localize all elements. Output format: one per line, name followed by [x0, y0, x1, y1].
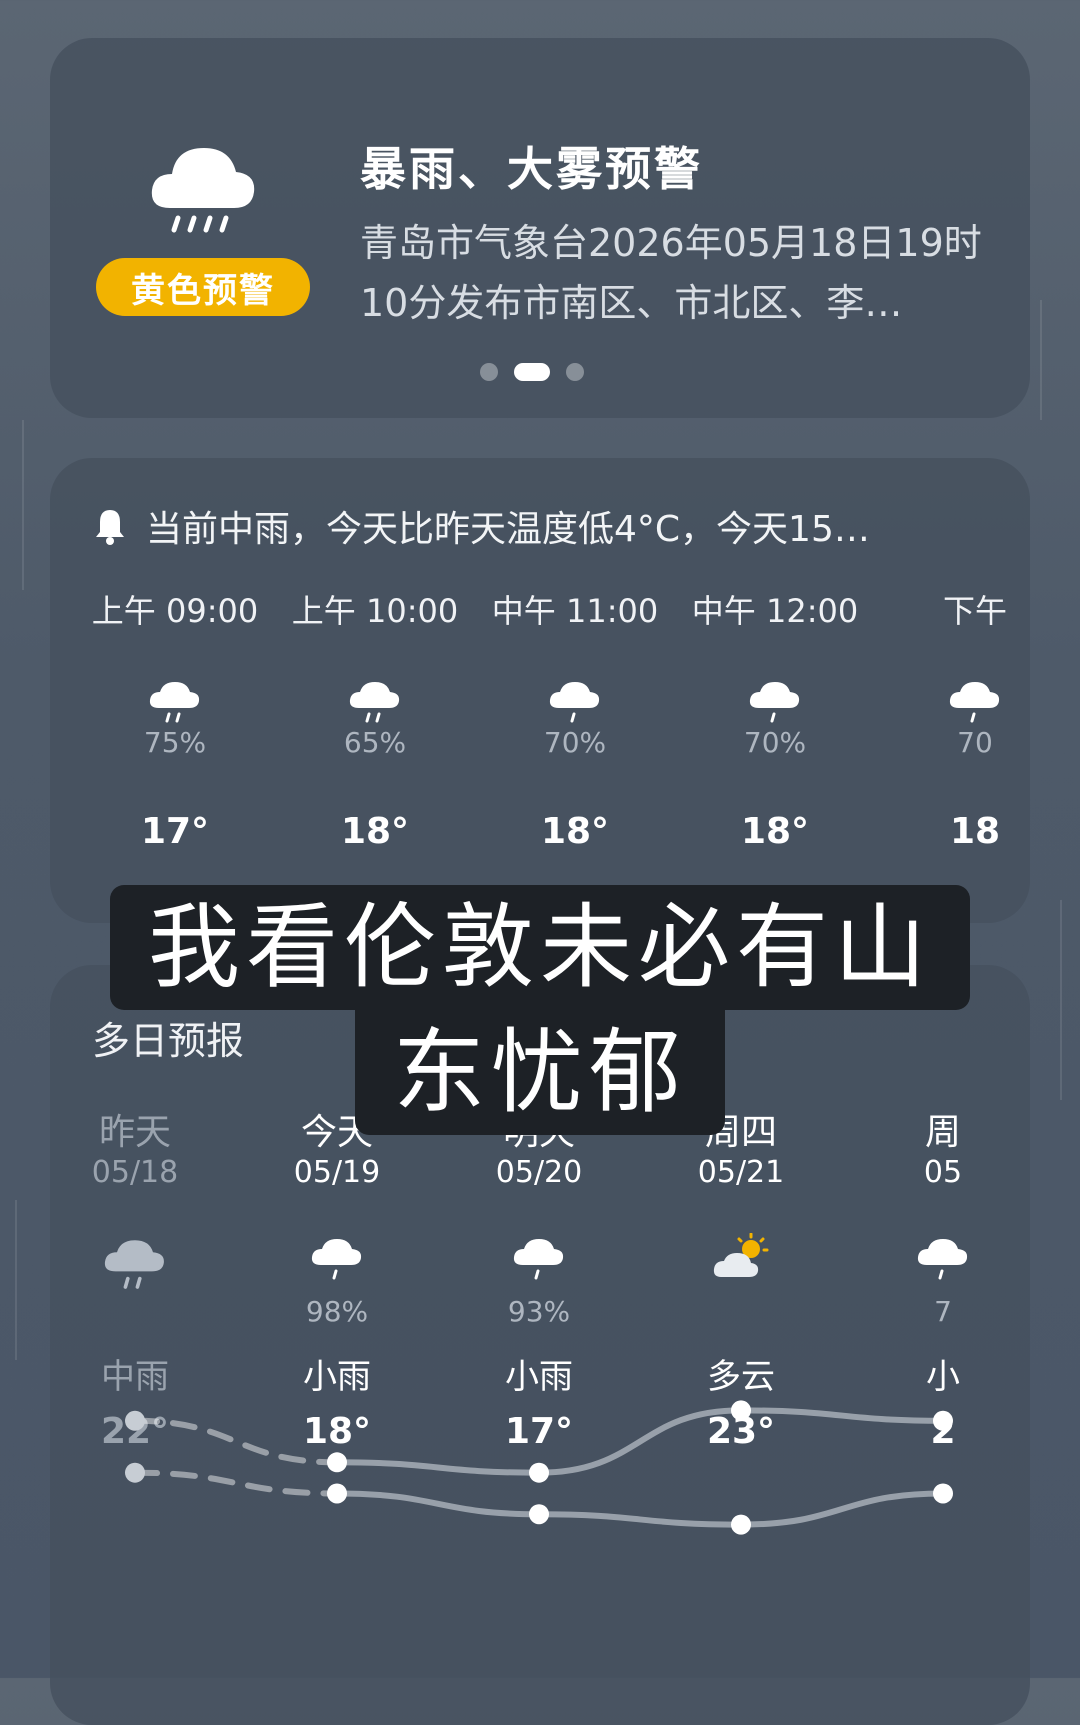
hourly-time: 中午 12:00: [691, 592, 859, 630]
hourly-icon-wrap: [875, 676, 1030, 726]
hourly-icon-wrap: [75, 676, 275, 726]
hourly-precip-prob: 70%: [543, 726, 607, 759]
high-temp-line-point: [327, 1452, 347, 1473]
rain-streak: [22, 420, 24, 590]
pager-dot[interactable]: [480, 363, 498, 381]
hourly-temp: 18°: [740, 811, 810, 852]
high-temp-line-segment: [536, 1407, 744, 1476]
hourly-item[interactable]: 下午 70 18: [875, 586, 1030, 852]
alert-description: 青岛市气象台2026年05月18日19时10分发布市南区、市北区、李…: [360, 221, 982, 325]
low-temp-line-point: [933, 1483, 953, 1504]
rain-icon: [349, 682, 400, 723]
hourly-item[interactable]: 上午 10:00 65% 18°: [275, 586, 475, 852]
light-rain-icon: [949, 682, 1000, 723]
hourly-icon-wrap: [675, 676, 875, 726]
hourly-precip-prob: 65%: [343, 726, 407, 759]
bell-icon: [96, 510, 124, 545]
high-temp-line-point: [125, 1410, 145, 1431]
alert-pager[interactable]: [480, 363, 584, 381]
low-temp-line-point: [529, 1504, 549, 1525]
alert-title: 暴雨、大雾预警: [360, 142, 703, 196]
high-temp-line-point: [731, 1400, 751, 1421]
low-temp-line-segment: [334, 1490, 542, 1518]
hourly-item[interactable]: 上午 09:00 75% 17°: [75, 586, 275, 852]
hourly-precip-prob: 70: [957, 726, 993, 759]
low-temp-line-point: [327, 1483, 347, 1504]
weather-summary-text: 当前中雨，今天比昨天温度低4°C，今天15…: [146, 509, 870, 550]
hourly-time: 上午 09:00: [91, 592, 259, 630]
light-rain-icon: [549, 682, 600, 723]
rain-streak: [1040, 300, 1042, 420]
rain-streak: [1060, 900, 1062, 1100]
high-temp-line-segment: [132, 1417, 340, 1466]
weather-summary: 当前中雨，今天比昨天温度低4°C，今天15…: [92, 500, 870, 552]
light-rain-icon: [749, 682, 800, 723]
low-temp-line-point: [731, 1514, 751, 1535]
low-temp-line-segment: [132, 1469, 340, 1497]
hourly-temp: 17°: [140, 811, 210, 852]
hourly-icon-wrap: [275, 676, 475, 726]
low-temp-line-segment: [738, 1490, 946, 1528]
hourly-time: 上午 10:00: [291, 592, 459, 630]
high-temp-line-segment: [738, 1407, 946, 1424]
hourly-item[interactable]: 中午 12:00 70% 18°: [675, 586, 875, 852]
rain-cloud-icon: [151, 148, 255, 233]
caption-line-2: 东忧郁: [355, 1010, 725, 1135]
rain-icon: [149, 682, 200, 723]
hourly-time: 中午 11:00: [491, 592, 659, 630]
hourly-temp: 18: [949, 811, 1001, 852]
hourly-forecast-card[interactable]: 当前中雨，今天比昨天温度低4°C，今天15… 上午 09:00 75% 17° 上午 …: [50, 458, 1030, 923]
rain-streak: [15, 1200, 17, 1360]
hourly-temp: 18°: [540, 811, 610, 852]
hourly-item[interactable]: 中午 11:00 70% 18°: [475, 586, 675, 852]
hourly-icon-wrap: [475, 676, 675, 726]
pager-dot[interactable]: [566, 363, 584, 381]
warning-level-badge: 黄色预警: [96, 258, 310, 316]
low-temp-line-point: [125, 1462, 145, 1483]
pager-dot-active[interactable]: [514, 363, 550, 381]
high-temp-line-point: [529, 1462, 549, 1483]
hourly-temp: 18°: [340, 811, 410, 852]
low-temp-line-segment: [536, 1511, 744, 1528]
hourly-precip-prob: 70%: [743, 726, 807, 759]
hourly-time: 下午: [942, 592, 1007, 630]
hourly-precip-prob: 75%: [143, 726, 207, 759]
weather-alert-card[interactable]: 黄色预警 暴雨、大雾预警 青岛市气象台2026年05月18日19时10分发布市南…: [50, 38, 1030, 418]
high-temp-line-segment: [334, 1459, 542, 1476]
high-temp-line-point: [933, 1410, 953, 1431]
caption-line-1: 我看伦敦未必有山: [110, 885, 970, 1010]
